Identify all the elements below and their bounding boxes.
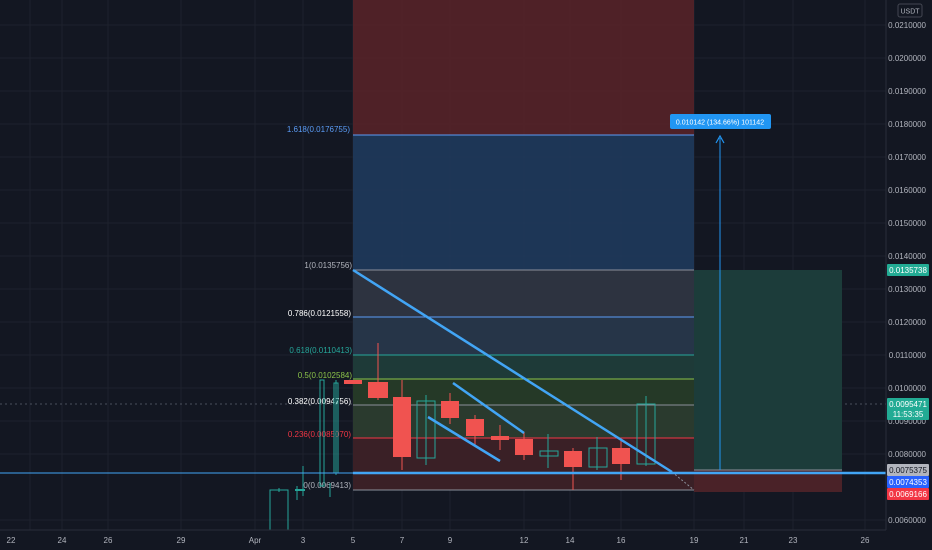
price-tag-last-text: 0.0095471 [889, 400, 927, 409]
fib-retracement[interactable]: 1.618(0.0176755) 1(0.0135756) 0.786(0.01… [287, 0, 694, 491]
x-tick: 9 [448, 536, 453, 545]
candle [564, 451, 582, 467]
fib-zone-0786-0618 [353, 317, 694, 355]
y-tick: 0.0140000 [888, 252, 926, 261]
currency-label: USDT [900, 9, 920, 16]
measure-label: 0.010142 (134.66%) 101142 [676, 120, 764, 127]
x-tick: 26 [104, 536, 113, 545]
countdown-text: 11:53:35 [893, 410, 924, 419]
fib-zone-top-red [353, 0, 694, 135]
y-tick: 0.0200000 [888, 54, 926, 63]
fib-zone-1618-1 [353, 135, 694, 270]
price-tag-support-text: 0.0074353 [889, 478, 927, 487]
chart-canvas[interactable]: 1.618(0.0176755) 1(0.0135756) 0.786(0.01… [0, 0, 932, 550]
fib-label-0786: 0.786(0.0121558) [288, 309, 352, 318]
candle [491, 436, 509, 440]
fib-label-0: 0(0.0069413) [303, 481, 351, 490]
price-tag-stop-text: 0.0069166 [889, 490, 927, 499]
position-profit-zone [694, 270, 842, 470]
x-tick: 3 [301, 536, 306, 545]
x-tick: 24 [58, 536, 67, 545]
x-tick: 29 [177, 536, 186, 545]
fib-zone-0618-05 [353, 355, 694, 379]
candle [368, 382, 388, 398]
candle [269, 489, 289, 531]
y-tick: 0.0110000 [889, 351, 927, 360]
y-tick: 0.0150000 [888, 219, 926, 228]
x-tick: 12 [520, 536, 529, 545]
price-tag-entry-text: 0.0075375 [889, 466, 927, 475]
candle [612, 448, 630, 464]
x-tick: 26 [861, 536, 870, 545]
x-tick: 14 [566, 536, 575, 545]
fib-label-1618: 1.618(0.0176755) [287, 125, 351, 134]
fib-label-0618: 0.618(0.0110413) [289, 346, 352, 355]
long-position-tool[interactable] [694, 270, 842, 492]
x-tick: 7 [400, 536, 405, 545]
time-axis[interactable]: 22 24 26 29 Apr 3 5 7 9 12 14 16 19 21 2… [0, 529, 932, 550]
candle [441, 401, 459, 418]
y-tick: 0.0120000 [888, 318, 926, 327]
y-tick: 0.0210000 [888, 21, 926, 30]
y-tick: 0.0080000 [888, 450, 926, 459]
candle [466, 419, 484, 436]
y-tick: 0.0060000 [888, 516, 926, 525]
y-tick: 0.0180000 [888, 120, 926, 129]
y-tick: 0.0190000 [888, 87, 926, 96]
x-tick: 19 [690, 536, 699, 545]
price-tag-target-text: 0.0135738 [889, 266, 927, 275]
x-tick: 22 [7, 536, 16, 545]
y-tick: 0.0170000 [888, 153, 926, 162]
y-tick: 0.0130000 [888, 285, 926, 294]
fib-label-1: 1(0.0135756) [304, 261, 352, 270]
price-axis[interactable]: USDT 0.0210000 0.0200000 0.0190000 0.018… [885, 0, 932, 530]
fib-label-05: 0.5(0.0102584) [298, 371, 353, 380]
fib-zone-1-0786 [353, 270, 694, 317]
candle [344, 380, 362, 384]
x-tick: 21 [740, 536, 749, 545]
x-tick: 16 [617, 536, 626, 545]
x-tick: 23 [789, 536, 798, 545]
x-tick: Apr [249, 536, 262, 545]
y-tick: 0.0160000 [888, 186, 926, 195]
candle [393, 397, 411, 457]
x-tick: 5 [351, 536, 356, 545]
y-tick: 0.0100000 [888, 384, 926, 393]
candle [515, 439, 533, 455]
